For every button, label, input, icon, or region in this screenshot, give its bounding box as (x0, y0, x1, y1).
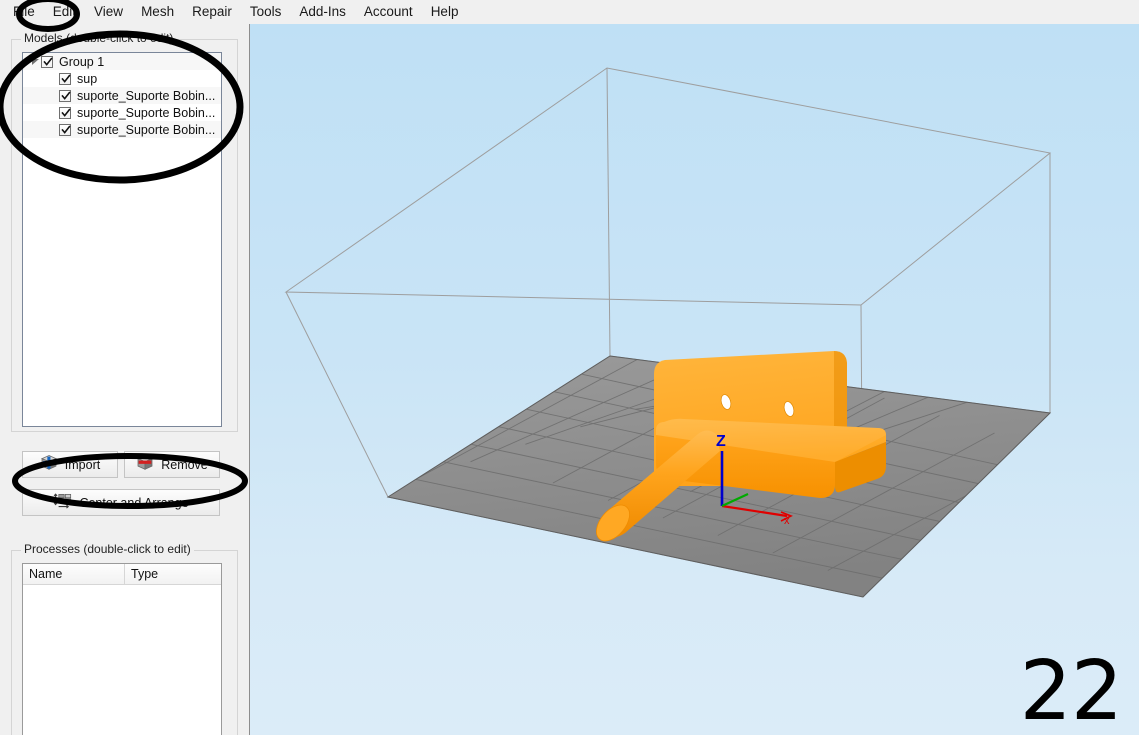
expander-arrow-icon[interactable] (29, 57, 41, 66)
menu-addins[interactable]: Add-Ins (290, 1, 355, 23)
menu-repair[interactable]: Repair (183, 1, 241, 23)
cube-plus-icon (40, 454, 58, 475)
models-group-legend: Models (double-click to edit) (21, 31, 176, 45)
menu-view[interactable]: View (85, 1, 132, 23)
axis-label-z: Z (716, 433, 726, 450)
tree-item-checkbox[interactable] (41, 56, 53, 68)
tree-item-label: suporte_Suporte Bobin... (77, 89, 215, 103)
processes-table[interactable]: Name Type (22, 563, 222, 735)
processes-column-name[interactable]: Name (23, 564, 125, 584)
remove-button[interactable]: Remove (124, 451, 220, 478)
tree-item-checkbox[interactable] (59, 124, 71, 136)
tree-item-label: suporte_Suporte Bobin... (77, 106, 215, 120)
tree-item-label: suporte_Suporte Bobin... (77, 123, 215, 137)
menu-bar: File Edit View Mesh Repair Tools Add-Ins… (0, 0, 1139, 24)
tree-item-label: Group 1 (59, 55, 104, 69)
processes-group-legend: Processes (double-click to edit) (21, 542, 194, 556)
tree-item-suporte-2[interactable]: suporte_Suporte Bobin... (23, 104, 221, 121)
tree-item-suporte-3[interactable]: suporte_Suporte Bobin... (23, 121, 221, 138)
processes-group-box: Processes (double-click to edit) Name Ty… (11, 543, 238, 735)
menu-account[interactable]: Account (355, 1, 422, 23)
menu-help[interactable]: Help (422, 1, 468, 23)
models-tree[interactable]: Group 1 sup suporte_Suporte Bobin... (22, 52, 222, 427)
tree-item-checkbox[interactable] (59, 73, 71, 85)
remove-button-label: Remove (161, 458, 208, 472)
tree-item-sup[interactable]: sup (23, 70, 221, 87)
left-panel: Models (double-click to edit) Group 1 (0, 24, 249, 735)
menu-edit[interactable]: Edit (44, 1, 85, 23)
overlay-number-badge: 22 (1020, 651, 1122, 733)
models-group-box: Models (double-click to edit) Group 1 (11, 32, 238, 432)
processes-column-type[interactable]: Type (125, 564, 221, 584)
axis-label-x: x (784, 515, 790, 527)
import-button[interactable]: Import (22, 451, 118, 478)
menu-file[interactable]: File (4, 1, 44, 23)
3d-viewport[interactable]: Z x 22 (249, 24, 1139, 735)
tree-item-group-1[interactable]: Group 1 (23, 53, 221, 70)
import-button-label: Import (65, 458, 100, 472)
center-and-arrange-button-label: Center and Arrange (79, 496, 188, 510)
tree-item-checkbox[interactable] (59, 107, 71, 119)
3d-scene: Z x (250, 24, 1139, 735)
tree-item-checkbox[interactable] (59, 90, 71, 102)
arrange-icon (53, 493, 72, 513)
center-and-arrange-button[interactable]: Center and Arrange (22, 489, 220, 516)
processes-table-header: Name Type (23, 564, 221, 585)
tree-item-label: sup (77, 72, 97, 86)
tree-item-suporte-1[interactable]: suporte_Suporte Bobin... (23, 87, 221, 104)
menu-mesh[interactable]: Mesh (132, 1, 183, 23)
menu-tools[interactable]: Tools (241, 1, 291, 23)
application-window: File Edit View Mesh Repair Tools Add-Ins… (0, 0, 1139, 735)
cube-minus-icon (136, 454, 154, 475)
